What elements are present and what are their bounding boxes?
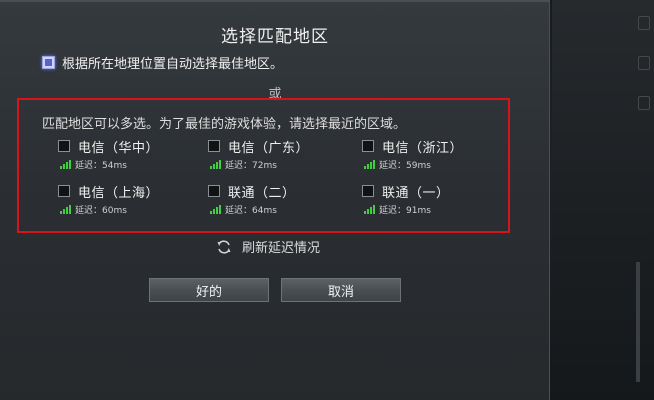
background-button-icon bbox=[638, 96, 650, 110]
region-option[interactable]: 电信（广东） 延迟：72ms bbox=[208, 138, 358, 174]
region-latency: 延迟：64ms bbox=[225, 205, 277, 216]
region-latency: 延迟：54ms bbox=[75, 160, 127, 171]
signal-bars-icon bbox=[210, 159, 222, 169]
region-select-dialog: 选择匹配地区 根据所在地理位置自动选择最佳地区。 或 匹配地区可以多选。为了最佳… bbox=[0, 0, 550, 400]
region-latency: 延迟：60ms bbox=[75, 205, 127, 216]
region-latency: 延迟：59ms bbox=[379, 160, 431, 171]
region-option[interactable]: 联通（一） 延迟：91ms bbox=[362, 183, 512, 219]
cancel-button[interactable]: 取消 bbox=[281, 278, 401, 302]
refresh-latency-button[interactable]: 刷新延迟情况 bbox=[216, 237, 320, 256]
refresh-label: 刷新延迟情况 bbox=[242, 241, 321, 256]
signal-bars-icon bbox=[364, 204, 376, 214]
region-checkbox[interactable] bbox=[208, 185, 220, 197]
auto-select-option[interactable]: 根据所在地理位置自动选择最佳地区。 bbox=[42, 53, 284, 72]
dialog-title: 选择匹配地区 bbox=[221, 27, 329, 47]
auto-select-checkbox[interactable] bbox=[42, 55, 55, 69]
region-name: 电信（上海） bbox=[78, 185, 160, 201]
region-name: 电信（浙江） bbox=[382, 140, 464, 156]
region-checkbox[interactable] bbox=[362, 185, 374, 197]
auto-select-label: 根据所在地理位置自动选择最佳地区。 bbox=[62, 56, 284, 72]
region-name: 联通（二） bbox=[228, 185, 296, 201]
region-checkbox[interactable] bbox=[208, 140, 220, 152]
signal-bars-icon bbox=[60, 159, 72, 169]
background-button-icon bbox=[638, 16, 650, 30]
signal-bars-icon bbox=[210, 204, 222, 214]
signal-bars-icon bbox=[60, 204, 72, 214]
region-option[interactable]: 电信（浙江） 延迟：59ms bbox=[362, 138, 512, 174]
signal-bars-icon bbox=[364, 159, 376, 169]
region-name: 电信（广东） bbox=[228, 140, 310, 156]
region-checkbox[interactable] bbox=[362, 140, 374, 152]
region-option[interactable]: 电信（华中） 延迟：54ms bbox=[58, 138, 208, 174]
refresh-icon bbox=[217, 239, 231, 254]
background-button-icon bbox=[638, 56, 650, 70]
region-option[interactable]: 联通（二） 延迟：64ms bbox=[208, 183, 358, 219]
region-latency: 延迟：72ms bbox=[225, 160, 277, 171]
ok-button[interactable]: 好的 bbox=[149, 278, 269, 302]
region-checkbox[interactable] bbox=[58, 185, 70, 197]
region-name: 电信（华中） bbox=[78, 140, 160, 156]
region-latency: 延迟：91ms bbox=[379, 205, 431, 216]
region-option[interactable]: 电信（上海） 延迟：60ms bbox=[58, 183, 208, 219]
region-checkbox[interactable] bbox=[58, 140, 70, 152]
background-scrollbar bbox=[636, 262, 640, 382]
region-instruction: 匹配地区可以多选。为了最佳的游戏体验，请选择最近的区域。 bbox=[42, 117, 407, 132]
region-name: 联通（一） bbox=[382, 185, 450, 201]
